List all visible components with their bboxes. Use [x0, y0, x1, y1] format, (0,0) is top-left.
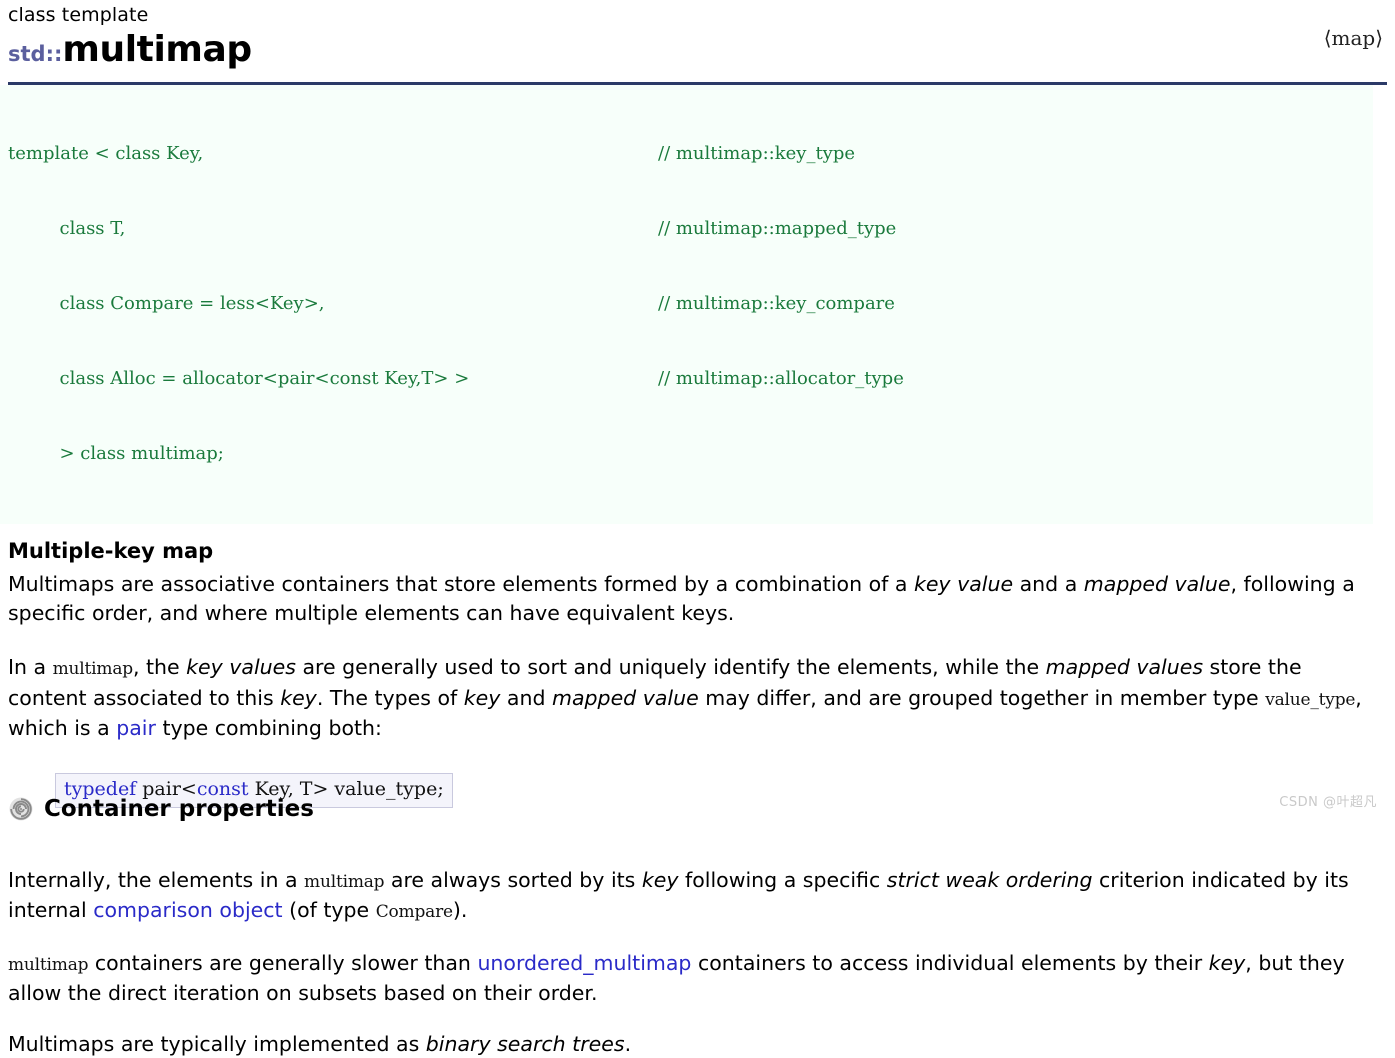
paragraph-intro: Multimaps are associative containers tha… [8, 570, 1380, 627]
template-line: template < class Key, // multimap::key_ty… [8, 141, 1373, 166]
text-run: , the [133, 655, 186, 679]
text-run: type combining both: [156, 716, 382, 740]
text-run: are generally used to sort and uniquely … [296, 655, 1046, 679]
link-comparison-object[interactable]: comparison object [93, 898, 282, 922]
emphasis-binary-search-trees: binary search trees [426, 1032, 625, 1056]
text-run: containers are generally slower than [88, 951, 477, 975]
emphasis-key: key [464, 686, 501, 710]
emphasis-strict-weak-ordering: strict weak ordering [887, 868, 1093, 892]
spacer [8, 1008, 1387, 1030]
inline-code-value-type: value_type [1265, 690, 1355, 710]
inline-code-multimap: multimap [8, 955, 88, 975]
paragraph-key-values: In a multimap, the key values are genera… [8, 653, 1380, 743]
template-declaration-block: template < class Key, // multimap::key_ty… [0, 85, 1373, 524]
spiral-icon [8, 796, 34, 822]
paragraph-implementation: Multimaps are typically implemented as b… [8, 1030, 1380, 1058]
template-code: > class multimap; [8, 443, 224, 464]
text-run: and a [1013, 572, 1084, 596]
csdn-watermark: CSDN @叶超凡 [1279, 791, 1377, 810]
emphasis-key-value: key value [914, 572, 1013, 596]
namespace-prefix: std:: [8, 42, 62, 66]
template-line: class Compare = less<Key>, // multimap::k… [8, 291, 1373, 316]
text-run: may differ, and are grouped together in … [699, 686, 1265, 710]
header-kicker: class template [8, 0, 1387, 28]
text-run: . [625, 1032, 632, 1056]
emphasis-mapped-values: mapped values [1046, 655, 1203, 679]
text-run: Multimaps are typically implemented as [8, 1032, 426, 1056]
template-code: class T, [8, 218, 125, 239]
text-run: Multimaps are associative containers tha… [8, 572, 914, 596]
text-run: (of type [283, 898, 376, 922]
text-run: In a [8, 655, 53, 679]
inline-code-multimap: multimap [53, 659, 133, 679]
template-comment: // multimap::key_type [658, 141, 855, 166]
text-run: Internally, the elements in a [8, 868, 304, 892]
class-name: multimap [62, 29, 251, 70]
header-file-label: ⟨map⟩ [1324, 26, 1383, 50]
emphasis-mapped-value: mapped value [1084, 572, 1231, 596]
text-run: following a specific [679, 868, 887, 892]
spacer [8, 627, 1387, 653]
emphasis-key: key [280, 686, 317, 710]
inline-code-multimap: multimap [304, 872, 384, 892]
template-comment: // multimap::allocator_type [658, 366, 904, 391]
paragraph-performance: multimap containers are generally slower… [8, 949, 1380, 1008]
text-run: are always sorted by its [384, 868, 642, 892]
section-heading-multiple-key-map: Multiple-key map [8, 538, 1387, 564]
spacer [8, 927, 1387, 949]
link-pair[interactable]: pair [116, 716, 156, 740]
page-header: class template std::multimap ⟨map⟩ [0, 0, 1395, 77]
template-code: class Alloc = allocator<pair<const Key,T… [8, 368, 469, 389]
link-unordered-multimap[interactable]: unordered_multimap [477, 951, 691, 975]
inline-code-compare: Compare [376, 902, 453, 922]
template-line: class T, // multimap::mapped_type [8, 216, 1373, 241]
text-run: . The types of [317, 686, 464, 710]
template-code: template < class Key, [8, 143, 203, 164]
page-title: std::multimap [8, 27, 1387, 77]
emphasis-key: key [642, 868, 679, 892]
emphasis-key: key [1209, 951, 1246, 975]
text-run: containers to access individual elements… [691, 951, 1208, 975]
template-comment: // multimap::key_compare [658, 291, 895, 316]
emphasis-key-values: key values [186, 655, 296, 679]
template-line: > class multimap; [8, 441, 1373, 466]
template-line: class Alloc = allocator<pair<const Key,T… [8, 366, 1373, 391]
template-comment: // multimap::mapped_type [658, 216, 896, 241]
template-code: class Compare = less<Key>, [8, 293, 325, 314]
text-run: and [500, 686, 552, 710]
page-root: class template std::multimap ⟨map⟩ templ… [0, 0, 1395, 820]
paragraph-internal-ordering: Internally, the elements in a multimap a… [8, 866, 1380, 927]
text-run: ). [453, 898, 468, 922]
emphasis-mapped-value: mapped value [552, 686, 699, 710]
